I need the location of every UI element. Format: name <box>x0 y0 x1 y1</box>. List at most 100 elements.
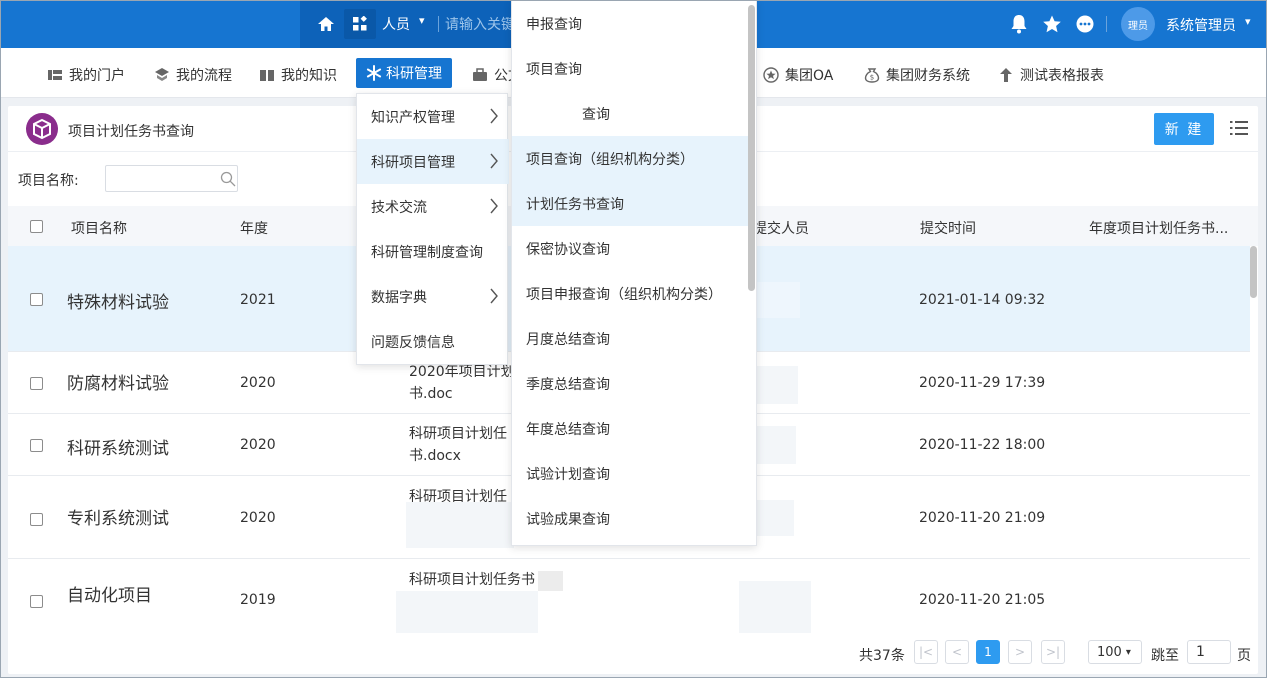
menu-item-tech-exchange[interactable]: 技术交流 <box>357 184 509 229</box>
column-header[interactable]: 提交人员 <box>753 218 809 238</box>
nav-item-label: 我的知识 <box>281 68 337 84</box>
menu-item-data-dictionary[interactable]: 数据字典 <box>357 274 509 319</box>
submenu-item[interactable]: 保密协议查询 <box>512 226 748 271</box>
submenu-scrollbar[interactable] <box>748 5 755 291</box>
jump-label: 跳至 <box>1151 648 1179 664</box>
page-size-select[interactable]: 100 ▾ <box>1088 640 1142 664</box>
project-name: 防腐材料试验 <box>67 374 169 394</box>
total-count: 共37条 <box>859 648 905 664</box>
research-menu: 知识产权管理 科研项目管理 技术交流 科研管理制度查询 数据字典 问题反馈信息 <box>356 93 509 365</box>
search-scope-select[interactable]: 人员 <box>382 14 410 34</box>
menu-item-ip-management[interactable]: 知识产权管理 <box>357 94 509 139</box>
nav-item-workflow[interactable]: 我的流程 <box>154 65 232 85</box>
chevron-right-icon <box>490 153 498 169</box>
submenu-item[interactable]: 项目查询 <box>512 46 748 91</box>
chevron-down-icon: ▾ <box>1125 646 1131 658</box>
cube-icon <box>26 113 58 145</box>
new-button[interactable]: 新 建 <box>1154 113 1214 145</box>
nav-item-group-finance[interactable]: $ 集团财务系统 <box>864 65 970 85</box>
menu-item-policy-query[interactable]: 科研管理制度查询 <box>357 229 509 274</box>
project-year: 2020 <box>240 510 276 526</box>
username[interactable]: 系统管理员 <box>1166 15 1236 35</box>
task-file-link[interactable]: 科研项目计划任 <box>409 423 507 445</box>
project-year: 2020 <box>240 375 276 391</box>
last-page-button[interactable]: >| <box>1041 640 1065 664</box>
first-page-button[interactable]: |< <box>914 640 938 664</box>
project-name-input[interactable] <box>105 165 238 192</box>
submenu-item[interactable]: 月度总结查询 <box>512 316 748 361</box>
nav-item-label: 我的流程 <box>176 68 232 84</box>
nav-item-research[interactable]: 科研管理 <box>356 58 452 88</box>
submenu-item[interactable]: 试验成果查询 <box>512 496 748 541</box>
nav-item-label: 科研管理 <box>386 66 442 82</box>
submitter-cell <box>754 366 798 404</box>
next-page-button[interactable]: > <box>1008 640 1032 664</box>
task-file-link[interactable]: 科研项目计划任务书 <box>409 569 535 591</box>
chevron-right-icon <box>490 108 498 124</box>
submenu-item[interactable]: 计划任务书查询 <box>512 181 748 226</box>
page-number-button[interactable]: 1 <box>976 640 1000 664</box>
column-header[interactable]: 项目名称 <box>71 218 127 238</box>
arrow-up-icon <box>1000 68 1012 82</box>
nav-item-label: 测试表格报表 <box>1020 68 1104 84</box>
column-header[interactable]: 年度项目计划任务书... <box>1089 218 1228 238</box>
submit-time: 2021-01-14 09:32 <box>919 292 1046 308</box>
submenu-item[interactable]: 申报查询 <box>512 1 748 46</box>
home-icon[interactable] <box>316 14 336 34</box>
divider <box>1106 16 1107 32</box>
chevron-right-icon <box>490 198 498 214</box>
row-checkbox[interactable] <box>30 513 43 526</box>
select-all-checkbox[interactable] <box>30 220 43 233</box>
list-icon[interactable] <box>1230 120 1248 136</box>
search-icon[interactable] <box>220 171 236 187</box>
badge-icon <box>763 67 779 83</box>
menu-item-feedback[interactable]: 问题反馈信息 <box>357 319 509 364</box>
column-header[interactable]: 年度 <box>240 218 268 238</box>
submenu-item[interactable]: 试验计划查询 <box>512 451 748 496</box>
menu-item-project-management[interactable]: 科研项目管理 <box>357 139 509 184</box>
divider <box>438 16 439 32</box>
nav-item-report[interactable]: 测试表格报表 <box>998 65 1104 85</box>
submenu-item[interactable]: 年度总结查询 <box>512 406 748 451</box>
row-checkbox[interactable] <box>30 293 43 306</box>
svg-text:$: $ <box>870 74 874 82</box>
jump-page-input[interactable]: 1 <box>1187 640 1231 664</box>
submit-time: 2020-11-20 21:05 <box>919 592 1046 608</box>
page-suffix: 页 <box>1237 648 1251 664</box>
table-scrollbar[interactable] <box>1250 246 1257 298</box>
nav-item-label: 集团财务系统 <box>886 68 970 84</box>
nav-item-portal[interactable]: 我的门户 <box>47 65 125 85</box>
bell-icon[interactable] <box>1010 14 1028 34</box>
chevron-down-icon: ▾ <box>1245 15 1251 28</box>
page-size-value: 100 <box>1097 644 1122 660</box>
submenu-item[interactable]: 项目申报查询（组织机构分类） <box>512 271 748 316</box>
submenu-item[interactable]: 项目查询（组织机构分类） <box>512 136 748 181</box>
avatar[interactable]: 理员 <box>1121 7 1155 41</box>
submitter-cell <box>739 581 811 633</box>
nav-item-group-oa[interactable]: 集团OA <box>763 65 833 85</box>
apps-icon <box>353 16 367 31</box>
briefcase-icon <box>473 68 487 81</box>
row-checkbox[interactable] <box>30 439 43 452</box>
submit-time: 2020-11-20 21:09 <box>919 510 1046 526</box>
star-icon[interactable] <box>1042 14 1062 34</box>
task-file-link[interactable]: 书.docx <box>409 445 461 467</box>
more-icon[interactable] <box>1076 15 1094 33</box>
column-header[interactable]: 提交时间 <box>920 218 976 238</box>
table-row[interactable]: 自动化项目 2019 科研项目计划任务书 2020-11-20 21:05 <box>8 559 1250 633</box>
row-checkbox[interactable] <box>30 595 43 608</box>
portal-icon <box>48 70 62 80</box>
menu-item-label: 科研项目管理 <box>371 154 455 171</box>
file-cell-placeholder <box>396 591 538 633</box>
book-icon <box>260 70 274 81</box>
chevron-right-icon <box>490 288 498 304</box>
menu-item-label: 问题反馈信息 <box>371 334 455 351</box>
submenu-item[interactable]: 查询 <box>512 91 748 136</box>
row-checkbox[interactable] <box>30 377 43 390</box>
submenu-item[interactable]: 季度总结查询 <box>512 361 748 406</box>
project-year: 2020 <box>240 437 276 453</box>
task-file-link[interactable]: 书.doc <box>409 383 453 405</box>
nav-item-knowledge[interactable]: 我的知识 <box>259 65 337 85</box>
prev-page-button[interactable]: < <box>945 640 969 664</box>
workflow-icon <box>155 68 169 81</box>
